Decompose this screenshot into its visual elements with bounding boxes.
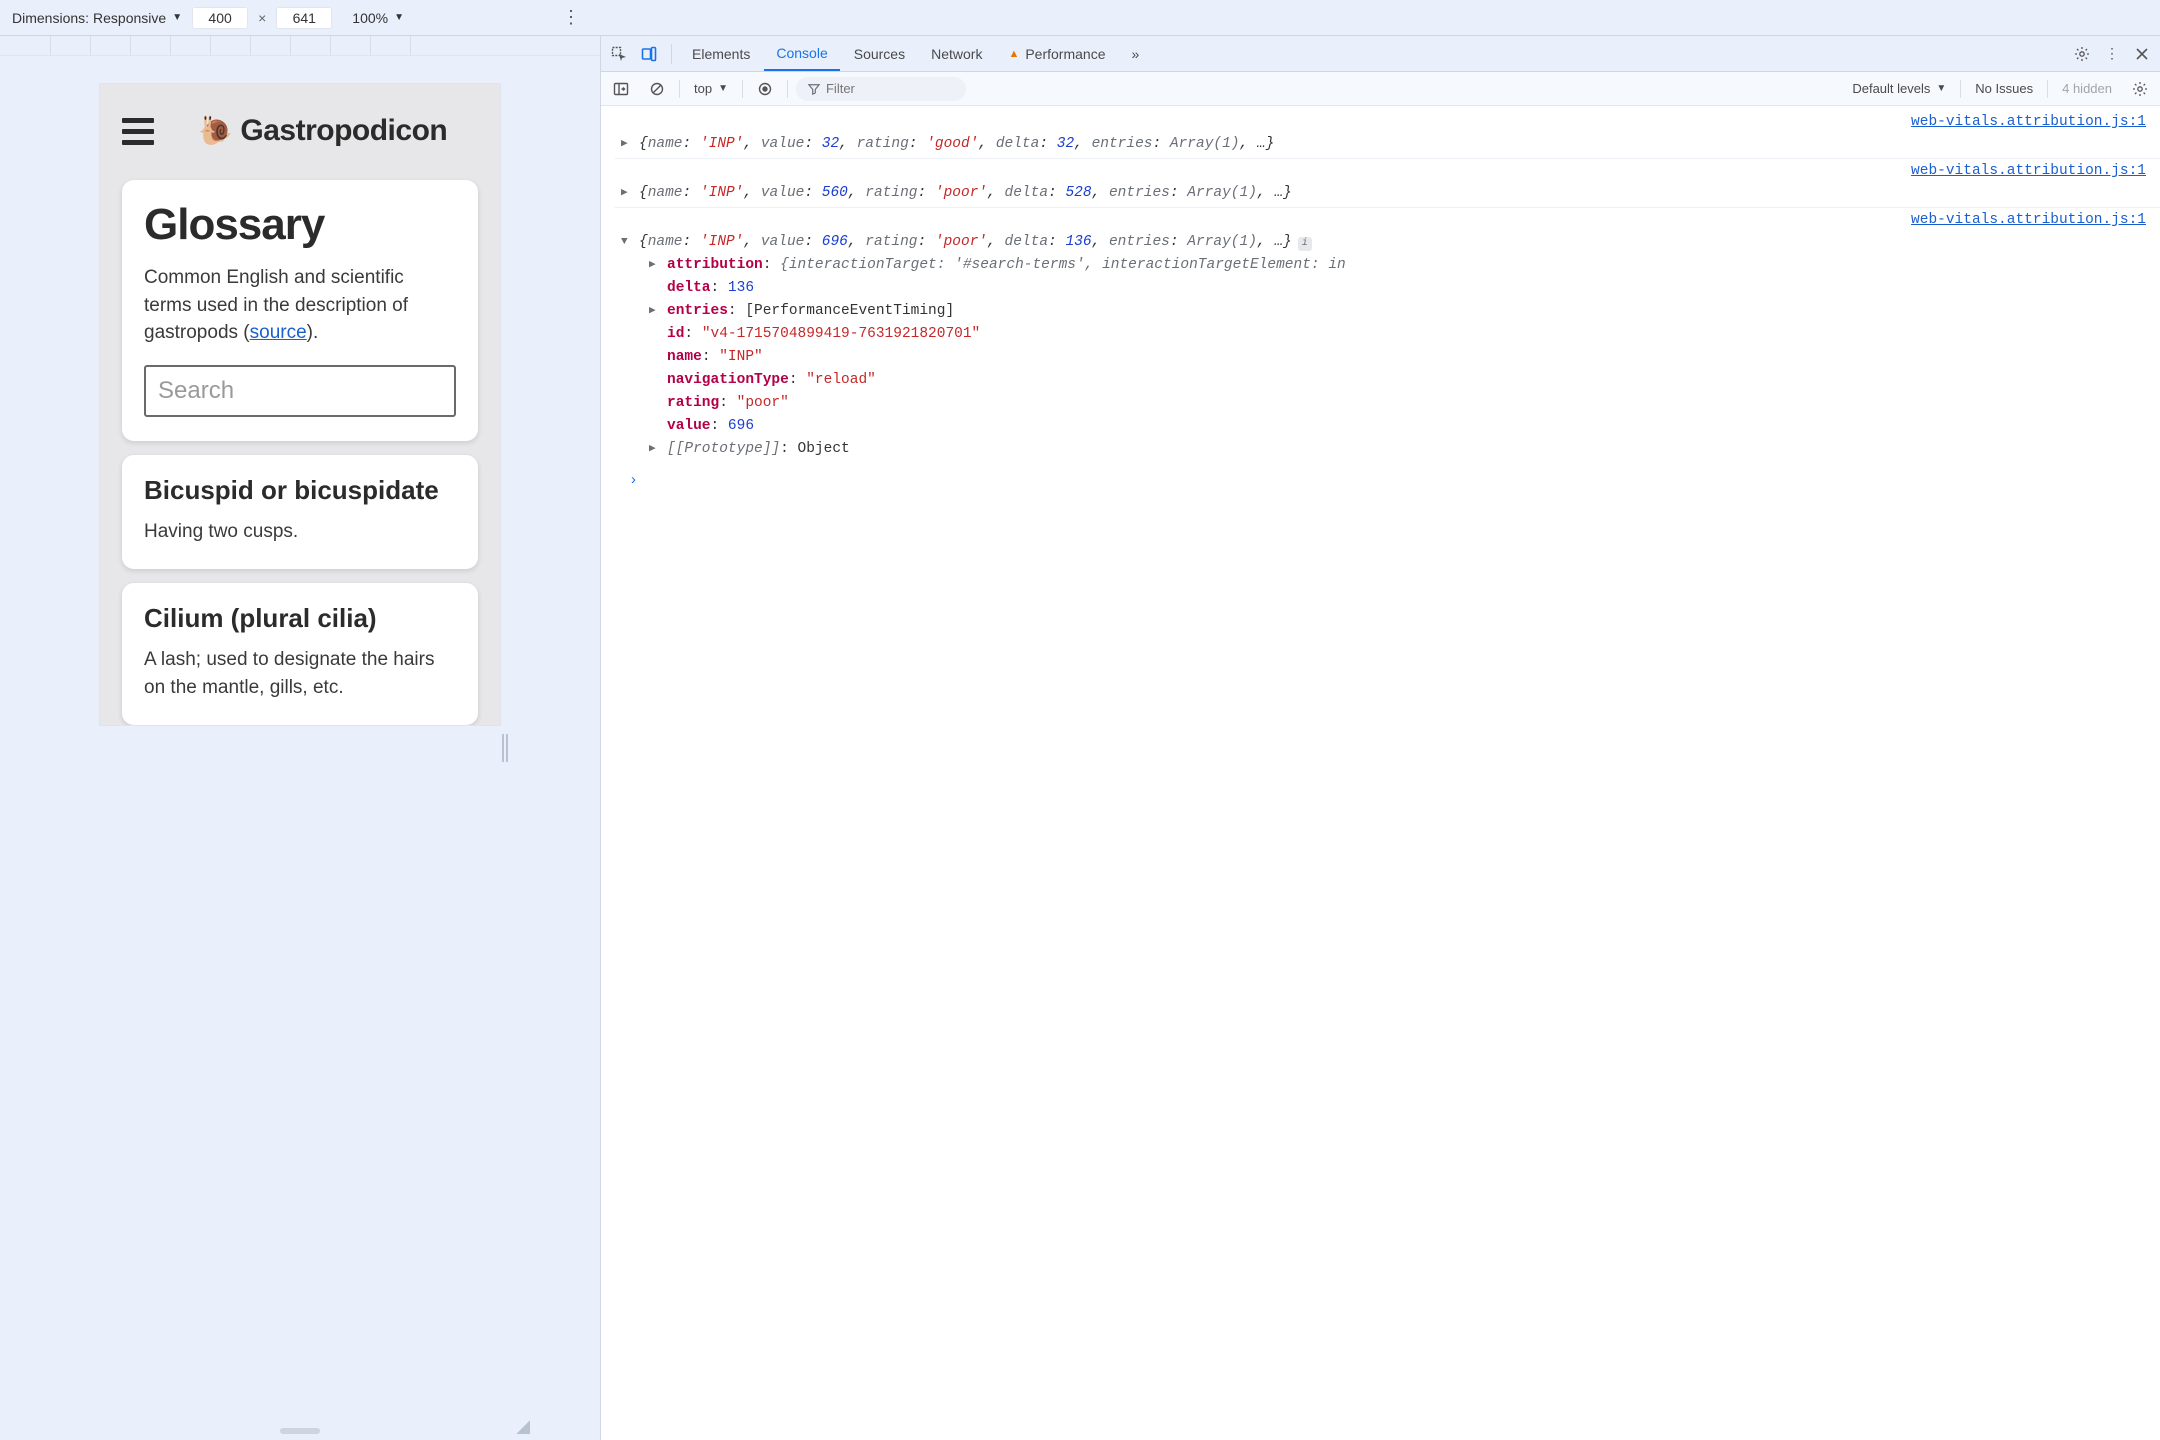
object-prop[interactable]: rating: "poor" [667, 393, 789, 414]
search-input[interactable] [144, 365, 456, 417]
object-prop[interactable]: delta: 136 [667, 278, 754, 299]
clear-console-icon[interactable] [643, 75, 671, 103]
toggle-device-toolbar-icon[interactable] [635, 40, 663, 68]
caret-down-icon: ▼ [718, 83, 728, 94]
resize-handle-bottom[interactable] [280, 1428, 320, 1434]
dimensions-label: Dimensions: [12, 10, 89, 26]
tabs-overflow[interactable]: » [1120, 36, 1152, 71]
devtools-tabs: Elements Console Sources Network Perform… [601, 36, 2160, 72]
disclosure-triangle-icon[interactable]: ▶ [621, 183, 633, 203]
height-input[interactable] [276, 7, 332, 29]
page-subtitle: Common English and scientific terms used… [144, 264, 456, 347]
source-link[interactable]: web-vitals.attribution.js:1 [615, 161, 2160, 182]
toggle-sidebar-icon[interactable] [607, 75, 635, 103]
caret-down-icon: ▼ [394, 12, 404, 23]
dimensions-dropdown[interactable]: Dimensions: Responsive ▼ [12, 10, 182, 26]
console-settings-icon[interactable] [2126, 75, 2154, 103]
term-title: Cilium (plural cilia) [144, 603, 456, 634]
object-prop[interactable]: name: "INP" [667, 347, 763, 368]
zoom-value: 100% [352, 10, 388, 26]
term-definition: Having two cusps. [144, 518, 456, 546]
filter-box[interactable] [796, 77, 966, 101]
log-summary[interactable]: {name: 'INP', value: 696, rating: 'poor'… [639, 232, 1312, 253]
brand-text: Gastropodicon [240, 114, 447, 148]
settings-icon[interactable] [2068, 40, 2096, 68]
source-link[interactable]: web-vitals.attribution.js:1 [615, 210, 2160, 231]
object-prop[interactable]: id: "v4-1715704899419-7631921820701" [667, 324, 980, 345]
close-devtools-icon[interactable] [2128, 40, 2156, 68]
log-summary[interactable]: {name: 'INP', value: 32, rating: 'good',… [639, 134, 1274, 155]
tab-sources[interactable]: Sources [842, 36, 917, 71]
object-prop[interactable]: navigationType: "reload" [667, 370, 876, 391]
brand: 🐌 Gastropodicon [198, 114, 447, 148]
console-prompt[interactable]: › [615, 463, 2160, 492]
source-link[interactable]: source [250, 322, 307, 343]
hidden-count[interactable]: 4 hidden [2062, 81, 2112, 96]
log-summary[interactable]: {name: 'INP', value: 560, rating: 'poor'… [639, 183, 1292, 204]
object-prop[interactable]: value: 696 [667, 416, 754, 437]
disclosure-triangle-icon[interactable]: ▶ [649, 301, 661, 321]
hamburger-menu-icon[interactable] [122, 118, 154, 145]
info-badge-icon[interactable]: i [1298, 237, 1312, 251]
log-levels-dropdown[interactable]: Default levels ▼ [1852, 81, 1946, 96]
tab-network[interactable]: Network [919, 36, 994, 71]
funnel-icon [808, 83, 820, 95]
device-menu-icon[interactable]: ⋮ [562, 7, 580, 28]
term-definition: A lash; used to designate the hairs on t… [144, 646, 456, 701]
context-selector[interactable]: top ▼ [688, 79, 734, 98]
glossary-header-card: Glossary Common English and scientific t… [122, 180, 478, 441]
tab-console[interactable]: Console [764, 36, 839, 71]
page-title: Glossary [144, 200, 456, 250]
disclosure-triangle-icon[interactable]: ▼ [621, 232, 633, 252]
object-prop[interactable]: entries: [PerformanceEventTiming] [667, 301, 954, 322]
inspect-element-icon[interactable] [605, 40, 633, 68]
device-name: Responsive [93, 10, 166, 26]
resize-handle-right[interactable] [498, 726, 512, 770]
term-card: Bicuspid or bicuspidate Having two cusps… [122, 455, 478, 570]
zoom-dropdown[interactable]: 100% ▼ [352, 10, 404, 26]
disclosure-triangle-icon[interactable]: ▶ [649, 439, 661, 459]
source-link[interactable]: web-vitals.attribution.js:1 [615, 112, 2160, 133]
device-viewport-pane: 🐌 Gastropodicon Glossary Common English … [0, 36, 600, 1440]
live-expression-icon[interactable] [751, 75, 779, 103]
tab-elements[interactable]: Elements [680, 36, 762, 71]
ruler-horizontal [0, 36, 600, 56]
term-card: Cilium (plural cilia) A lash; used to de… [122, 583, 478, 725]
resize-handle-corner[interactable] [516, 1420, 530, 1434]
devtools-pane: Elements Console Sources Network Perform… [600, 36, 2160, 1440]
caret-down-icon: ▼ [1936, 83, 1946, 94]
console-log-expanded: web-vitals.attribution.js:1 ▼ {name: 'IN… [615, 207, 2160, 463]
devtools-menu-icon[interactable]: ⋮ [2098, 40, 2126, 68]
device-frame: 🐌 Gastropodicon Glossary Common English … [100, 84, 500, 725]
object-prop[interactable]: [[Prototype]]: Object [667, 439, 850, 460]
app-page[interactable]: 🐌 Gastropodicon Glossary Common English … [100, 84, 500, 725]
console-body[interactable]: web-vitals.attribution.js:1 ▶ {name: 'IN… [601, 106, 2160, 1440]
console-log: web-vitals.attribution.js:1 ▶ {name: 'IN… [615, 158, 2160, 207]
term-title: Bicuspid or bicuspidate [144, 475, 456, 506]
console-log: web-vitals.attribution.js:1 ▶ {name: 'IN… [615, 110, 2160, 158]
disclosure-triangle-icon[interactable]: ▶ [621, 134, 633, 154]
snail-icon: 🐌 [198, 117, 232, 145]
dimension-separator: × [258, 10, 266, 26]
width-input[interactable] [192, 7, 248, 29]
filter-input[interactable] [826, 81, 936, 96]
tab-performance[interactable]: Performance [996, 36, 1117, 71]
object-prop[interactable]: attribution: {interactionTarget: '#searc… [667, 255, 1346, 276]
disclosure-triangle-icon[interactable]: ▶ [649, 255, 661, 275]
device-toolbar: Dimensions: Responsive ▼ × 100% ▼ ⋮ [0, 0, 2160, 36]
console-toolbar: top ▼ Default levels ▼ No Issues 4 hi [601, 72, 2160, 106]
issues-status[interactable]: No Issues [1975, 81, 2033, 96]
caret-down-icon: ▼ [172, 12, 182, 23]
